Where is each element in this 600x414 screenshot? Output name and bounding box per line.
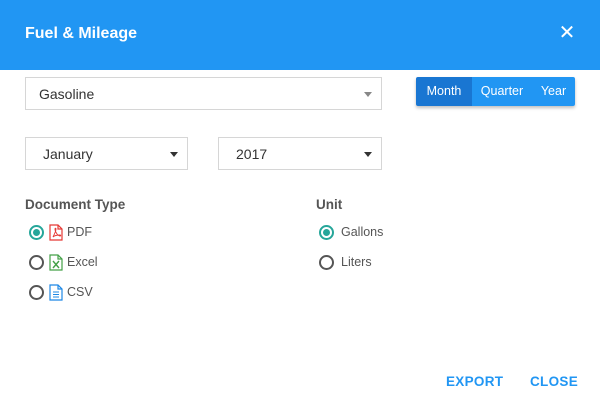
csv-file-icon (49, 283, 63, 301)
dialog-title: Fuel & Mileage (25, 25, 138, 42)
export-button[interactable]: EXPORT (446, 374, 503, 389)
document-type-label: Document Type (25, 197, 126, 212)
doc-type-option-pdf[interactable]: PDF (29, 223, 92, 241)
radio-button[interactable] (319, 254, 334, 270)
fuel-type-value: Gasoline (39, 86, 95, 102)
year-value: 2017 (236, 146, 268, 162)
doc-type-option-excel[interactable]: Excel (29, 253, 98, 271)
unit-option-liters[interactable]: Liters (319, 253, 372, 271)
doc-type-option-csv[interactable]: CSV (29, 283, 93, 301)
excel-file-icon (49, 253, 63, 271)
close-button[interactable]: CLOSE (530, 374, 578, 389)
pdf-file-icon (49, 223, 63, 241)
close-icon[interactable]: ✕ (556, 22, 578, 44)
doc-type-label: Excel (67, 255, 98, 269)
chevron-down-icon (170, 152, 178, 157)
doc-type-label: PDF (67, 225, 92, 239)
radio-button[interactable] (29, 254, 44, 270)
radio-button[interactable] (29, 284, 44, 300)
month-select[interactable]: January (25, 137, 188, 170)
chevron-down-icon (364, 92, 372, 97)
fuel-type-select[interactable]: Gasoline (25, 77, 382, 110)
period-quarter-button[interactable]: Quarter (472, 77, 532, 106)
period-toggle-group: Month Quarter Year (416, 77, 575, 106)
doc-type-label: CSV (67, 285, 93, 299)
unit-option-gallons[interactable]: Gallons (319, 223, 383, 241)
unit-option-label: Liters (341, 255, 372, 269)
month-value: January (43, 146, 93, 162)
radio-button[interactable] (319, 224, 334, 240)
unit-label: Unit (316, 197, 343, 212)
period-year-button[interactable]: Year (532, 77, 575, 106)
dialog-header: Fuel & Mileage ✕ (0, 0, 600, 70)
unit-option-label: Gallons (341, 225, 384, 239)
year-select[interactable]: 2017 (218, 137, 382, 170)
chevron-down-icon (364, 152, 372, 157)
period-month-button[interactable]: Month (416, 77, 472, 106)
radio-button[interactable] (29, 224, 44, 240)
